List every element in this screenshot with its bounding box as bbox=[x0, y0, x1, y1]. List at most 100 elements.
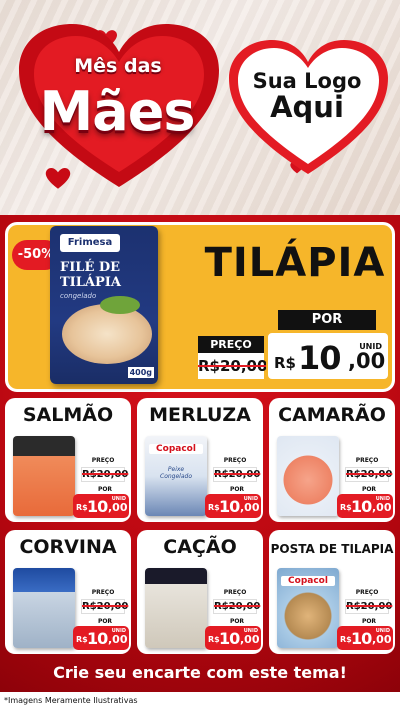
hero-price-int: 10 bbox=[298, 339, 342, 377]
product-card[interactable]: CAÇÃO PREÇO R$20,00 POR R$ 10,00 UNID bbox=[137, 530, 263, 654]
preco-label: PREÇO bbox=[345, 456, 389, 466]
currency: R$ bbox=[76, 503, 88, 512]
hero-preco-label: PREÇO bbox=[198, 336, 264, 353]
price-int: 10 bbox=[351, 497, 372, 516]
hero-product-image: Frimesa FILÉ DE TILÁPIA congelado 400g bbox=[50, 226, 158, 384]
hero-unid: UNID bbox=[359, 342, 382, 351]
product-card[interactable]: SALMÃO PREÇO R$20,00 POR R$ 10,00 UNID bbox=[5, 398, 131, 522]
logo-line1: Sua Logo bbox=[252, 69, 362, 93]
footnote: *Imagens Meramente Ilustrativas bbox=[4, 696, 138, 705]
price-dec: ,00 bbox=[372, 501, 392, 514]
currency: R$ bbox=[340, 503, 352, 512]
hero-product-brand: Frimesa bbox=[60, 234, 120, 252]
old-price-value: R$20,00 bbox=[346, 469, 393, 480]
product-image bbox=[13, 568, 75, 648]
hero-product-name-line1: FILÉ DE bbox=[60, 260, 121, 275]
por-label: POR bbox=[97, 486, 113, 493]
fish-fillet-image bbox=[62, 304, 152, 364]
new-price: R$ 10,00 UNID bbox=[337, 494, 393, 518]
preco-label: PREÇO bbox=[213, 588, 257, 598]
hero-product-name: FILÉ DE TILÁPIA bbox=[60, 260, 121, 290]
preco-label: PREÇO bbox=[81, 588, 125, 598]
unid: UNID bbox=[243, 496, 258, 502]
currency: R$ bbox=[208, 503, 220, 512]
currency: R$ bbox=[76, 635, 88, 644]
hero-product-sub: congelado bbox=[60, 292, 97, 300]
hero-product-weight: 400g bbox=[127, 367, 154, 378]
hero-price-dec: ,00 bbox=[348, 349, 386, 373]
new-price: R$ 10,00 UNID bbox=[73, 626, 129, 650]
product-name: POSTA DE TILAPIA bbox=[270, 542, 394, 556]
product-pack-text: Peixe Congelado bbox=[160, 466, 192, 480]
new-price: R$ 10,00 UNID bbox=[205, 494, 261, 518]
new-price: R$ 10,00 UNID bbox=[205, 626, 261, 650]
por-label: POR bbox=[361, 486, 377, 493]
hero-product-name-line2: TILÁPIA bbox=[60, 275, 121, 290]
old-price: R$20,00 bbox=[345, 599, 393, 614]
hero-title: TILÁPIA bbox=[204, 240, 386, 286]
product-name: CAMARÃO bbox=[278, 404, 386, 426]
price-dec: ,00 bbox=[372, 633, 392, 646]
currency: R$ bbox=[340, 635, 352, 644]
title-small: Mês das bbox=[74, 55, 162, 77]
por-label: POR bbox=[97, 618, 113, 625]
product-image bbox=[145, 568, 207, 648]
old-price-value: R$20,00 bbox=[214, 601, 261, 612]
price-int: 10 bbox=[87, 497, 108, 516]
hero-old-price-value: R$20,00 bbox=[198, 357, 268, 375]
product-image: Copacol Peixe Congelado bbox=[145, 436, 207, 516]
price-dec: ,00 bbox=[240, 633, 260, 646]
hero-currency: R$ bbox=[274, 354, 296, 372]
price-dec: ,00 bbox=[240, 501, 260, 514]
old-price-value: R$20,00 bbox=[214, 469, 261, 480]
logo-line2: Aqui bbox=[270, 90, 344, 125]
unid: UNID bbox=[111, 496, 126, 502]
old-price-value: R$20,00 bbox=[82, 601, 129, 612]
preco-label: PREÇO bbox=[81, 456, 125, 466]
logo-placeholder: Sua Logo Aqui bbox=[232, 69, 382, 125]
title-big: Mães bbox=[39, 80, 196, 143]
price-dec: ,00 bbox=[108, 633, 128, 646]
garnish-image bbox=[100, 296, 140, 314]
por-label: POR bbox=[361, 618, 377, 625]
price-dec: ,00 bbox=[108, 501, 128, 514]
product-brand: Copacol bbox=[149, 444, 203, 454]
new-price: R$ 10,00 UNID bbox=[73, 494, 129, 518]
hero-new-price: R$ 10 ,00 UNID bbox=[266, 331, 390, 381]
cta-text: Crie seu encarte com este tema! bbox=[53, 663, 347, 682]
new-price: R$ 10,00 UNID bbox=[337, 626, 393, 650]
product-card[interactable]: MERLUZA Copacol Peixe Congelado PREÇO R$20,0… bbox=[137, 398, 263, 522]
product-name: CORVINA bbox=[19, 536, 117, 558]
price-int: 10 bbox=[351, 629, 372, 648]
unid: UNID bbox=[375, 496, 390, 502]
old-price: R$20,00 bbox=[213, 467, 261, 482]
unid: UNID bbox=[243, 628, 258, 634]
hero-old-price: R$20,00 bbox=[198, 353, 268, 379]
old-price: R$20,00 bbox=[213, 599, 261, 614]
old-price: R$20,00 bbox=[81, 467, 129, 482]
old-price-value: R$20,00 bbox=[346, 601, 393, 612]
product-card[interactable]: CAMARÃO PREÇO R$20,00 POR R$ 10,00 UNID bbox=[269, 398, 395, 522]
preco-label: PREÇO bbox=[213, 456, 257, 466]
product-card[interactable]: POSTA DE TILAPIA Copacol PREÇO R$20,00 POR R$… bbox=[269, 530, 395, 654]
por-label: POR bbox=[229, 486, 245, 493]
product-name: SALMÃO bbox=[22, 404, 114, 426]
old-price: R$20,00 bbox=[81, 599, 129, 614]
product-brand: Copacol bbox=[281, 576, 335, 586]
unid: UNID bbox=[111, 628, 126, 634]
product-name: CAÇÃO bbox=[163, 536, 237, 558]
price-int: 10 bbox=[87, 629, 108, 648]
hero-por-label: POR bbox=[278, 310, 376, 330]
price-int: 10 bbox=[219, 497, 240, 516]
old-price-value: R$20,00 bbox=[82, 469, 129, 480]
product-image bbox=[13, 436, 75, 516]
flyer-page: Mês das Mães Sua Logo Aqui -50% Frimesa … bbox=[0, 0, 400, 711]
old-price: R$20,00 bbox=[345, 467, 393, 482]
por-label: POR bbox=[229, 618, 245, 625]
unid: UNID bbox=[375, 628, 390, 634]
product-image bbox=[277, 436, 339, 516]
product-card[interactable]: CORVINA PREÇO R$20,00 POR R$ 10,00 UNID bbox=[5, 530, 131, 654]
currency: R$ bbox=[208, 635, 220, 644]
preco-label: PREÇO bbox=[345, 588, 389, 598]
product-name: MERLUZA bbox=[149, 404, 251, 426]
